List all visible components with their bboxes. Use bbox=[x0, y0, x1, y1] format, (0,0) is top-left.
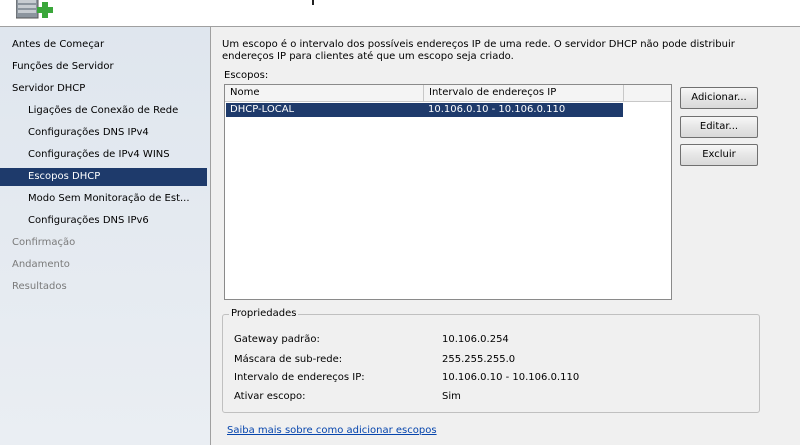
scopes-label: Escopos: bbox=[224, 70, 269, 81]
property-label-ip-range: Intervalo de endereços IP: bbox=[234, 372, 365, 383]
nav-item-modo-sem-monitoracao[interactable]: Modo Sem Monitoração de Est... bbox=[0, 190, 207, 208]
wizard-header bbox=[0, 0, 800, 27]
cell-scope-range: 10.106.0.10 - 10.106.0.110 bbox=[428, 104, 566, 115]
scopes-list[interactable]: Nome Intervalo de endereços IP DHCP-LOCA… bbox=[224, 84, 672, 300]
property-label-gateway: Gateway padrão: bbox=[234, 334, 320, 345]
edit-scope-button[interactable]: Editar... bbox=[680, 116, 758, 138]
property-value-subnet-mask: 255.255.255.0 bbox=[442, 354, 516, 365]
nav-item-andamento: Andamento bbox=[12, 259, 70, 270]
add-scope-button[interactable]: Adicionar... bbox=[680, 87, 758, 109]
property-value-gateway: 10.106.0.254 bbox=[442, 334, 509, 345]
nav-item-escopos-dhcp[interactable]: Escopos DHCP bbox=[0, 168, 207, 186]
column-header-name[interactable]: Nome bbox=[225, 85, 424, 101]
nav-item-config-ipv4-wins[interactable]: Configurações de IPv4 WINS bbox=[0, 146, 207, 164]
list-header: Nome Intervalo de endereços IP bbox=[225, 85, 671, 102]
nav-item-servidor-dhcp[interactable]: Servidor DHCP bbox=[0, 80, 207, 98]
nav-item-confirmacao: Confirmação bbox=[12, 237, 76, 248]
nav-item-funcoes-de-servidor[interactable]: Funções de Servidor bbox=[0, 58, 207, 76]
cell-scope-name: DHCP-LOCAL bbox=[230, 104, 295, 115]
property-value-ip-range: 10.106.0.10 - 10.106.0.110 bbox=[442, 372, 580, 383]
wizard-content: Um escopo é o intervalo dos possíveis en… bbox=[211, 27, 800, 445]
property-label-subnet-mask: Máscara de sub-rede: bbox=[234, 354, 343, 365]
column-header-ip-range[interactable]: Intervalo de endereços IP bbox=[424, 85, 624, 101]
nav-item-config-dns-ipv6[interactable]: Configurações DNS IPv6 bbox=[0, 212, 207, 230]
server-add-icon bbox=[16, 0, 53, 19]
column-header-filler bbox=[624, 85, 671, 101]
help-link[interactable]: Saiba mais sobre como adicionar escopos bbox=[227, 425, 437, 436]
page-title-fragment bbox=[312, 0, 322, 5]
nav-item-antes-de-comecar[interactable]: Antes de Começar bbox=[0, 36, 207, 54]
nav-item-config-dns-ipv4[interactable]: Configurações DNS IPv4 bbox=[0, 124, 207, 142]
wizard-navigation: Antes de Começar Funções de Servidor Ser… bbox=[0, 27, 211, 445]
properties-group: Propriedades Gateway padrão: 10.106.0.25… bbox=[222, 308, 760, 413]
delete-scope-button[interactable]: Excluir bbox=[680, 144, 758, 166]
property-label-activate-scope: Ativar escopo: bbox=[234, 391, 306, 402]
table-row[interactable]: DHCP-LOCAL 10.106.0.10 - 10.106.0.110 bbox=[226, 103, 623, 117]
nav-item-resultados: Resultados bbox=[12, 281, 67, 292]
description-text: Um escopo é o intervalo dos possíveis en… bbox=[222, 39, 735, 62]
property-value-activate-scope: Sim bbox=[442, 391, 461, 402]
nav-item-ligacoes-conexao-rede[interactable]: Ligações de Conexão de Rede bbox=[0, 102, 207, 120]
properties-title: Propriedades bbox=[229, 308, 299, 319]
